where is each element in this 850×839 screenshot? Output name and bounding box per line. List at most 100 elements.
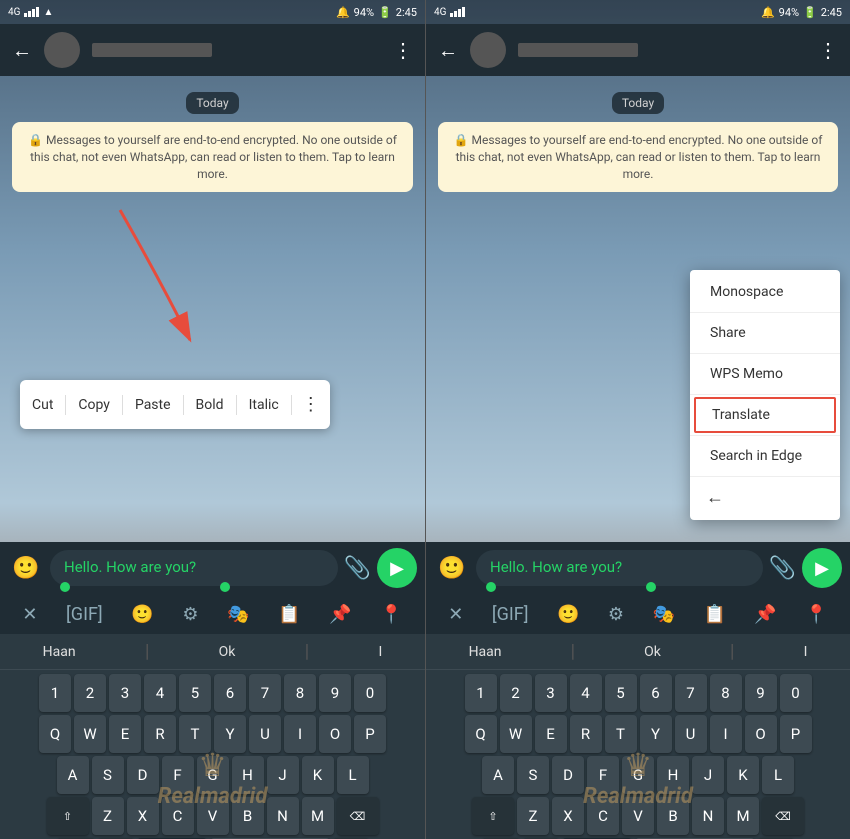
key-2-r[interactable]: 2 [500,674,532,712]
kb-sticker-right[interactable]: 🙂 [553,600,583,629]
kb-settings-right[interactable]: ⚙ [604,600,628,629]
kb-location-right[interactable]: 📍 [801,600,831,629]
context-item-wpsmemo[interactable]: WPS Memo [690,356,840,392]
key-z-r[interactable]: Z [517,797,549,835]
key-s[interactable]: S [92,756,124,794]
emoji-button-left[interactable]: 🙂 [8,550,44,586]
copy-button[interactable]: Copy [66,391,122,419]
italic-button[interactable]: Italic [237,391,291,419]
encryption-message-left[interactable]: 🔒 Messages to yourself are end-to-end en… [12,122,413,192]
kb-sticker-icon[interactable]: 🙂 [127,600,157,629]
key-5[interactable]: 5 [179,674,211,712]
key-1-r[interactable]: 1 [465,674,497,712]
key-o[interactable]: O [319,715,351,753]
key-9-r[interactable]: 9 [745,674,777,712]
key-q-r[interactable]: Q [465,715,497,753]
message-input-left[interactable]: Hello. How are you? [50,550,338,586]
key-backspace[interactable]: ⌫ [337,797,379,835]
key-m-r[interactable]: M [727,797,759,835]
context-back-button[interactable]: ← [690,479,840,516]
key-i[interactable]: I [284,715,316,753]
send-button-right[interactable]: ▶ [802,548,842,588]
kb-pin-right[interactable]: 📌 [750,600,780,629]
send-button-left[interactable]: ▶ [377,548,417,588]
key-w-r[interactable]: W [500,715,532,753]
key-1[interactable]: 1 [39,674,71,712]
key-a[interactable]: A [57,756,89,794]
key-7-r[interactable]: 7 [675,674,707,712]
key-j-r[interactable]: J [692,756,724,794]
key-d-r[interactable]: D [552,756,584,794]
back-button-right[interactable]: ← [438,38,458,63]
key-o-r[interactable]: O [745,715,777,753]
kb-clipboard-right[interactable]: 📋 [699,600,729,629]
context-item-translate[interactable]: Translate [694,397,836,433]
key-7[interactable]: 7 [249,674,281,712]
key-3[interactable]: 3 [109,674,141,712]
key-6[interactable]: 6 [214,674,246,712]
key-6-r[interactable]: 6 [640,674,672,712]
more-button-right[interactable]: ⋮ [818,38,838,62]
key-j[interactable]: J [267,756,299,794]
key-k[interactable]: K [302,756,334,794]
suggestion-ok-right[interactable]: Ok [628,640,677,664]
back-button-left[interactable]: ← [12,38,32,63]
key-4[interactable]: 4 [144,674,176,712]
key-8-r[interactable]: 8 [710,674,742,712]
key-w[interactable]: W [74,715,106,753]
kb-settings-icon[interactable]: ⚙ [178,600,202,629]
key-l-r[interactable]: L [762,756,794,794]
suggestion-haan-right[interactable]: Haan [453,640,518,664]
suggestion-i-right[interactable]: I [788,640,824,664]
context-item-monospace[interactable]: Monospace [690,274,840,310]
key-e[interactable]: E [109,715,141,753]
kb-close-icon[interactable]: ✕ [18,600,41,629]
key-shift-r[interactable]: ⇧ [472,797,514,835]
bold-button[interactable]: Bold [184,391,236,419]
kb-emoji2-icon[interactable]: 🎭 [223,600,253,629]
context-item-share[interactable]: Share [690,315,840,351]
key-x-r[interactable]: X [552,797,584,835]
key-x[interactable]: X [127,797,159,835]
suggestion-haan[interactable]: Haan [27,640,92,664]
kb-gif-right[interactable]: [GIF] [488,600,533,629]
key-q[interactable]: Q [39,715,71,753]
key-5-r[interactable]: 5 [605,674,637,712]
paste-button[interactable]: Paste [123,391,183,419]
key-e-r[interactable]: E [535,715,567,753]
key-0-r[interactable]: 0 [780,674,812,712]
encryption-message-right[interactable]: 🔒 Messages to yourself are end-to-end en… [438,122,838,192]
key-l[interactable]: L [337,756,369,794]
key-0[interactable]: 0 [354,674,386,712]
suggestion-ok[interactable]: Ok [203,640,252,664]
key-i-r[interactable]: I [710,715,742,753]
toolbar-more-button[interactable]: ⋮ [292,388,330,421]
context-item-search-edge[interactable]: Search in Edge [690,438,840,474]
key-3-r[interactable]: 3 [535,674,567,712]
key-m[interactable]: M [302,797,334,835]
key-shift[interactable]: ⇧ [47,797,89,835]
kb-close-right[interactable]: ✕ [444,600,467,629]
key-2[interactable]: 2 [74,674,106,712]
key-9[interactable]: 9 [319,674,351,712]
key-a-r[interactable]: A [482,756,514,794]
key-n-r[interactable]: N [692,797,724,835]
emoji-button-right[interactable]: 🙂 [434,550,470,586]
key-backspace-r[interactable]: ⌫ [762,797,804,835]
key-z[interactable]: Z [92,797,124,835]
message-input-right[interactable]: Hello. How are you? [476,550,763,586]
kb-gif-icon[interactable]: [GIF] [62,600,107,629]
kb-pin-icon[interactable]: 📌 [325,600,355,629]
key-p[interactable]: P [354,715,386,753]
kb-location-icon[interactable]: 📍 [376,600,406,629]
attach-button-left[interactable]: 📎 [344,556,371,581]
kb-clipboard-icon[interactable]: 📋 [274,600,304,629]
cut-button[interactable]: Cut [20,391,65,419]
key-p-r[interactable]: P [780,715,812,753]
kb-emoji2-right[interactable]: 🎭 [649,600,679,629]
attach-button-right[interactable]: 📎 [769,556,796,581]
more-button-left[interactable]: ⋮ [393,38,413,62]
key-s-r[interactable]: S [517,756,549,794]
key-k-r[interactable]: K [727,756,759,794]
key-8[interactable]: 8 [284,674,316,712]
